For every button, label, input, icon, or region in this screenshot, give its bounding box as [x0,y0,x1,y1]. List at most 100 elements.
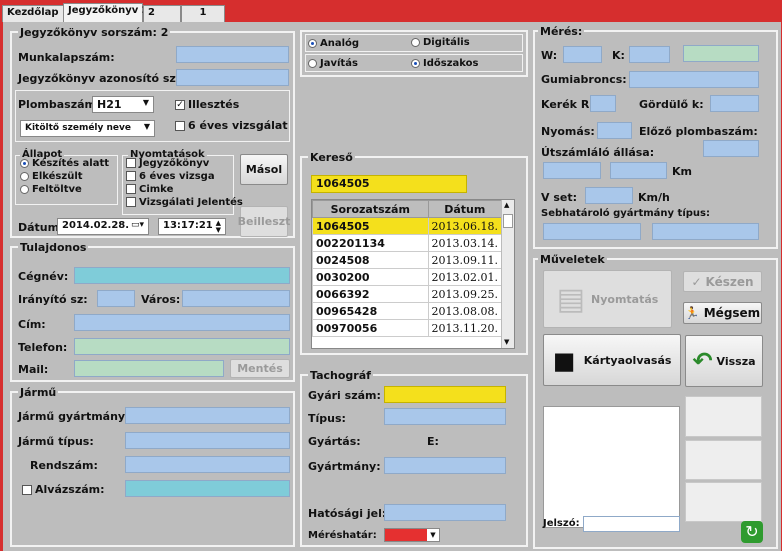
alvazszam-checkbox[interactable]: Alvázszám: [22,483,105,496]
nyomtat-hateves-checkbox[interactable]: 6 éves vizsga [126,171,215,182]
iranyito-field[interactable] [97,290,135,307]
masol-button[interactable]: Másol [240,154,288,185]
mail-field[interactable] [74,360,224,377]
calendar-icon: ▭▾ [130,220,144,230]
hatosagi-field[interactable] [384,504,506,521]
tab-2[interactable]: 2 [143,5,181,22]
gumi-field[interactable] [629,71,759,88]
cegnev-field[interactable] [74,267,290,284]
telefon-field[interactable] [74,338,290,355]
gyartas-label: Gyártás: [308,435,361,448]
kerek-field[interactable] [590,95,616,112]
table-scrollbar[interactable]: ▲ ▼ [501,200,514,348]
checkbox-empty-icon [22,485,32,495]
tab-1[interactable]: 1 [181,5,225,22]
tab-bar: Kezdőlap Jegyzőkönyv 2 2 1 [0,0,782,22]
plomba-label: Plombaszám: [18,98,101,111]
sebhat-tipus-field[interactable] [652,223,759,240]
gyari-label: Gyári szám: [308,389,381,402]
table-row[interactable]: 0024508 2013.09.11. [312,251,503,269]
w-field[interactable] [563,46,602,63]
analog-radio[interactable]: Analóg [308,38,359,49]
e-label: E: [427,435,439,448]
hateves-checkbox[interactable]: 6 éves vizsgálat [175,119,288,132]
scroll-up-icon[interactable]: ▲ [504,201,509,209]
digitalis-radio[interactable]: Digitális [411,37,470,48]
allapot-elkeszult-radio[interactable]: Elkészült [20,171,83,182]
jarmu-tipus-field[interactable] [125,432,290,449]
utszam-field-2[interactable] [610,162,667,179]
photo-area [543,406,680,528]
nyomtat-jelentes-checkbox[interactable]: Vizsgálati Jelentés [126,197,243,208]
nyomtatas-button[interactable]: ▤ Nyomtatás [543,270,672,328]
time-picker[interactable]: 13:17:21 ▲ ▼ [158,218,226,235]
radio-off-icon [20,184,29,194]
col-sorozatszam[interactable]: Sorozatszám [312,200,429,218]
table-row[interactable]: 1064505 2013.06.18. [312,217,503,235]
varos-field[interactable] [182,290,290,307]
table-row[interactable]: 00965428 2013.08.08. [312,302,503,320]
table-row[interactable]: 0066392 2013.09.25. [312,285,503,303]
kereso-title: Kereső [308,151,355,164]
plomba-dropdown[interactable]: H21 ▼ [92,96,154,113]
vset-field[interactable] [585,187,633,204]
kerek-label: Kerék R: [541,98,594,111]
munkalap-label: Munkalapszám: [18,51,115,64]
jarmu-gyartmany-field[interactable] [125,407,290,424]
nyomas-field[interactable] [597,122,632,139]
kereso-search-input[interactable]: 1064505 [311,175,467,193]
muveletek-panel: Műveletek ▤ Nyomtatás ✓ Készen 🏃 Mégsem ◼ … [533,253,778,549]
utszam-field-1[interactable] [543,162,601,179]
idoszakos-radio[interactable]: Időszakos [411,58,478,69]
k-field[interactable] [629,46,670,63]
mentes-button[interactable]: Mentés [230,359,290,378]
elozo-field[interactable] [703,140,759,157]
chevron-down-icon: ▼ [143,122,150,131]
alvazszam-field[interactable] [125,480,290,497]
munkalap-field[interactable] [176,46,289,63]
allapot-keszites-radio[interactable]: Készítés alatt [20,158,109,169]
nyomtat-jegyzokonyv-checkbox[interactable]: Jegyzőkönyv [126,158,209,169]
tab-jegyzokonyv-2[interactable]: Jegyzőkönyv 2 [63,3,149,22]
col-datum[interactable]: Dátum [427,200,503,218]
mode-panel: Analóg Digitális Javítás Időszakos [300,30,528,77]
sebhat-gyartmany-field[interactable] [543,223,641,240]
kitolto-dropdown[interactable]: Kitöltő személy neve ▼ [20,120,155,137]
sebhat-label: Sebhatároló gyártmány típus: [541,208,710,219]
checkbox-empty-icon [126,158,136,168]
slot-3[interactable] [685,482,762,522]
tacho-gyartmany-field[interactable] [384,457,506,474]
table-row[interactable]: 00970056 2013.11.20. [312,319,503,337]
scroll-thumb[interactable] [503,214,513,228]
illesztes-checkbox[interactable]: ✓ Illesztés [175,98,239,111]
gordulo-label: Gördülő k: [639,98,704,111]
tab-kezdolap[interactable]: Kezdőlap [2,5,64,22]
wk-result-field [683,45,759,62]
jegyzokonyv-panel: Jegyzőkönyv sorszám: 2 Munkalapszám: Jeg… [10,26,295,238]
refresh-icon[interactable]: ↻ [741,521,763,543]
tacho-tipus-field[interactable] [384,408,506,425]
table-row[interactable]: 0030200 2013.02.01. [312,268,503,286]
elozo-label: Előző plombaszám: [639,125,758,138]
javitas-radio[interactable]: Javítás [308,58,358,69]
gyari-field[interactable] [384,386,506,403]
mereshatar-dropdown[interactable]: ▼ [384,528,440,542]
megsem-button[interactable]: 🏃 Mégsem [683,302,762,324]
azonosito-field[interactable] [176,69,289,86]
nyomtat-cimke-checkbox[interactable]: Cimke [126,184,173,195]
vissza-button[interactable]: ↶ Vissza [685,335,763,387]
cim-field[interactable] [74,314,290,331]
slot-1[interactable] [685,396,762,437]
table-row[interactable]: 002201134 2013.03.14. [312,234,503,252]
rendszam-field[interactable] [125,456,290,473]
allapot-feltoltve-radio[interactable]: Feltöltve [20,184,82,195]
gordulo-field[interactable] [710,95,759,112]
kitolto-value: Kitöltő személy neve [25,123,131,133]
jelszo-field[interactable] [583,516,680,532]
beilleszt-button[interactable]: Beilleszt [238,206,290,237]
keszen-button[interactable]: ✓ Készen [683,271,762,292]
kartyaolvasas-button[interactable]: ◼ Kártyaolvasás [543,334,681,386]
datum-picker[interactable]: 2014.02.28. ▭▾ [57,218,149,235]
scroll-down-icon[interactable]: ▼ [504,338,509,346]
slot-2[interactable] [685,440,762,480]
